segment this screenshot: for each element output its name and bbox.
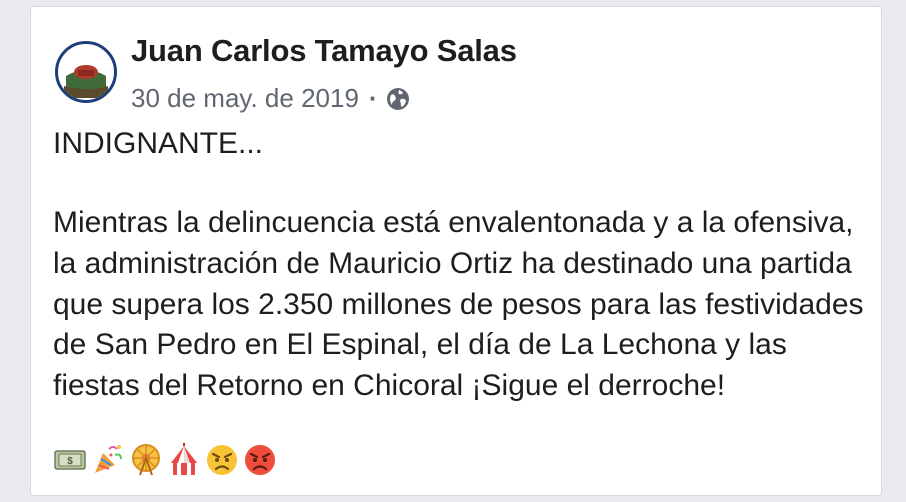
emoji-row: $ (53, 443, 277, 477)
post-card: Juan Carlos Tamayo Salas 30 de may. de 2… (30, 6, 882, 496)
post-meta: 30 de may. de 2019 · (131, 83, 410, 114)
avatar-image (60, 46, 112, 98)
globe-icon[interactable] (386, 87, 410, 111)
meta-separator: · (368, 83, 378, 113)
svg-text:$: $ (67, 456, 73, 467)
pouting-face-icon (243, 443, 277, 477)
ferris-wheel-icon (129, 443, 163, 477)
avatar[interactable] (55, 41, 117, 103)
party-popper-icon (91, 443, 125, 477)
post-title: INDIGNANTE... (53, 127, 264, 160)
post-body: Mientras la delincuencia está envalenton… (53, 206, 864, 403)
circus-tent-icon (167, 443, 201, 477)
angry-face-icon (205, 443, 239, 477)
author-name[interactable]: Juan Carlos Tamayo Salas (131, 33, 517, 69)
money-icon: $ (53, 443, 87, 477)
post-date[interactable]: 30 de may. de 2019 (131, 83, 359, 114)
